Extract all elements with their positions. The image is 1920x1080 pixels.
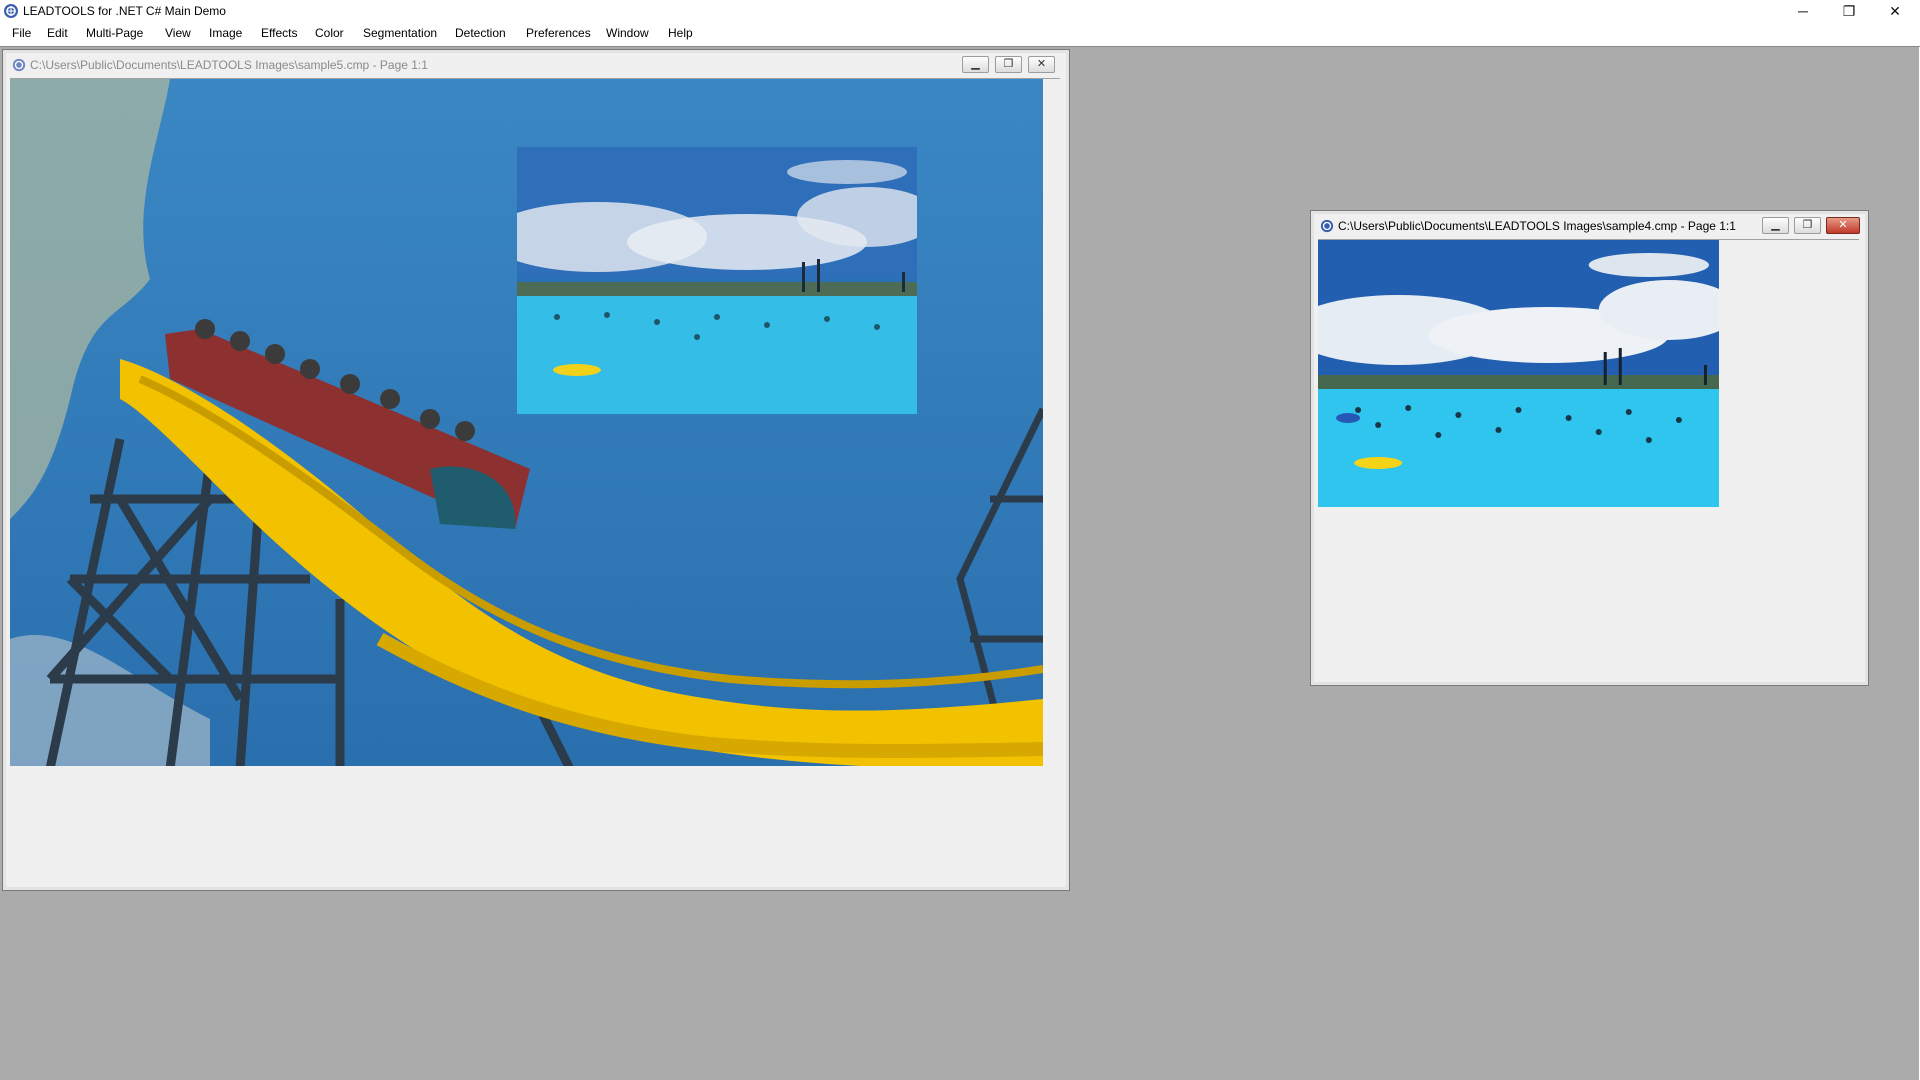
menu-help[interactable]: Help (666, 26, 695, 40)
image-viewer[interactable] (1318, 239, 1859, 678)
child-title: C:\Users\Public\Documents\LEADTOOLS Imag… (1338, 219, 1736, 233)
child-restore-button[interactable]: ❐ (1794, 217, 1821, 234)
child-minimize-button[interactable]: ▁ (962, 56, 989, 73)
leadtools-app-icon (4, 4, 18, 18)
app-title-bar[interactable]: LEADTOOLS for .NET C# Main Demo ─ ❐ ✕ (0, 0, 1920, 22)
leadtools-doc-icon (12, 58, 26, 72)
image-window-sample4[interactable]: C:\Users\Public\Documents\LEADTOOLS Imag… (1310, 210, 1869, 686)
menu-file[interactable]: File (10, 26, 33, 40)
image-viewer[interactable] (10, 78, 1060, 884)
menu-view[interactable]: View (163, 26, 193, 40)
image-window-sample5[interactable]: C:\Users\Public\Documents\LEADTOOLS Imag… (2, 49, 1070, 891)
menu-preferences[interactable]: Preferences (524, 26, 593, 40)
water-park-overlay-photo (517, 147, 917, 414)
menu-window[interactable]: Window (604, 26, 651, 40)
menu-effects[interactable]: Effects (259, 26, 299, 40)
menu-multi-page[interactable]: Multi-Page (84, 26, 145, 40)
child-title: C:\Users\Public\Documents\LEADTOOLS Imag… (30, 58, 428, 72)
menu-bar: File Edit Multi-Page View Image Effects … (0, 22, 1920, 47)
menu-segmentation[interactable]: Segmentation (361, 26, 439, 40)
menu-edit[interactable]: Edit (45, 26, 70, 40)
child-restore-button[interactable]: ❐ (995, 56, 1022, 73)
water-park-photo (1318, 240, 1719, 507)
child-close-button[interactable]: ✕ (1028, 56, 1055, 73)
close-button[interactable]: ✕ (1872, 0, 1918, 22)
child-title-bar[interactable]: C:\Users\Public\Documents\LEADTOOLS Imag… (8, 53, 1064, 75)
minimize-button[interactable]: ─ (1780, 0, 1826, 22)
child-minimize-button[interactable]: ▁ (1762, 217, 1789, 234)
child-title-bar[interactable]: C:\Users\Public\Documents\LEADTOOLS Imag… (1316, 214, 1863, 236)
leadtools-doc-icon (1320, 219, 1334, 233)
menu-image[interactable]: Image (207, 26, 244, 40)
app-title: LEADTOOLS for .NET C# Main Demo (23, 4, 226, 18)
menu-detection[interactable]: Detection (453, 26, 508, 40)
restore-button[interactable]: ❐ (1826, 0, 1872, 22)
child-close-button[interactable]: ✕ (1826, 217, 1860, 234)
menu-color[interactable]: Color (313, 26, 346, 40)
